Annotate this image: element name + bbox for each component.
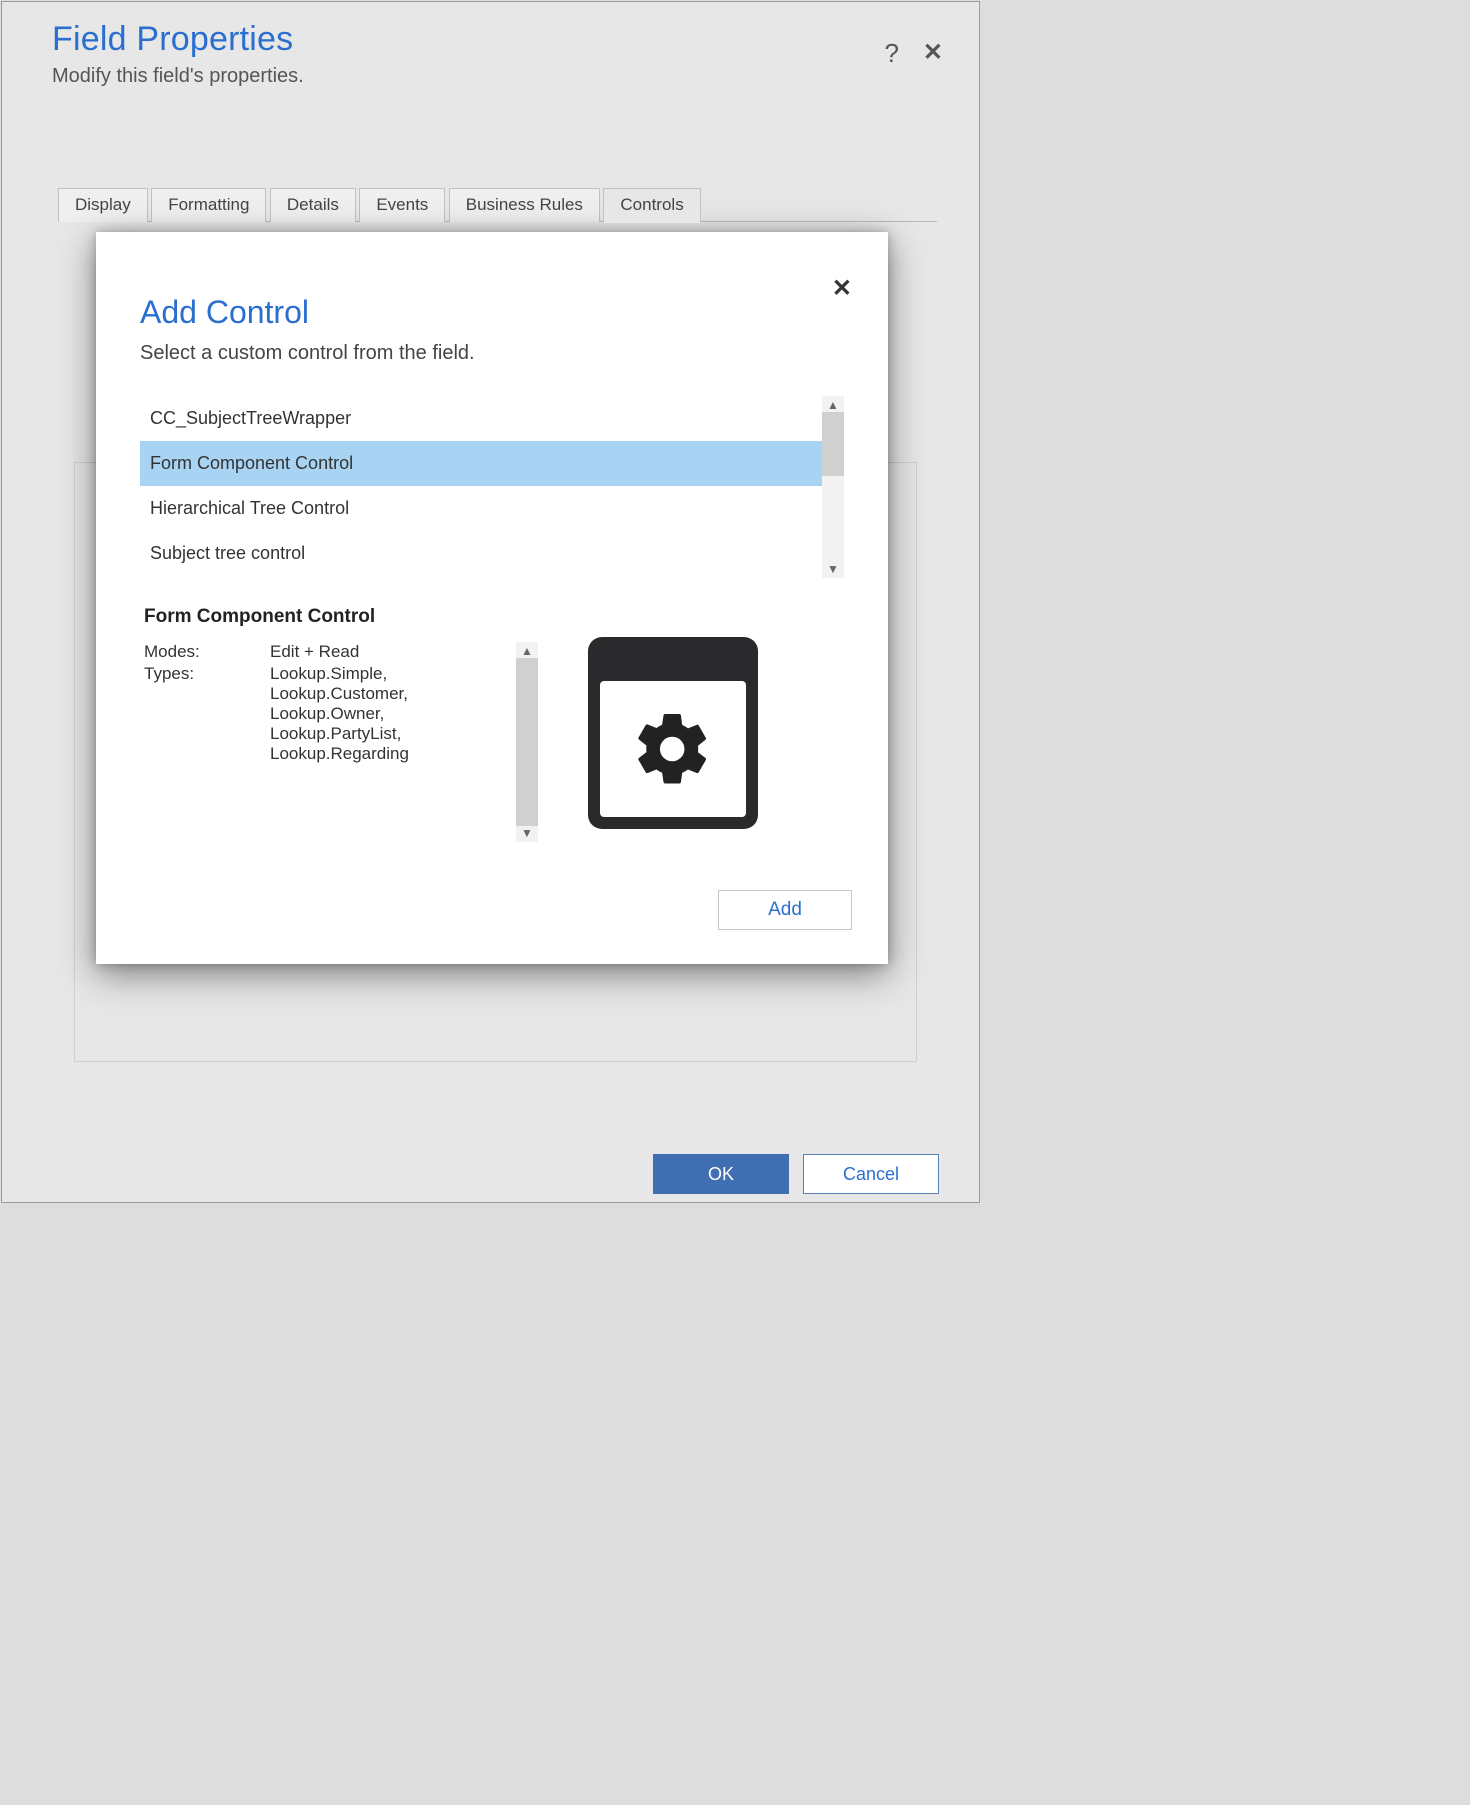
tab-controls[interactable]: Controls <box>603 188 700 223</box>
control-list-scrollbar[interactable]: ▲ ▼ <box>822 396 844 578</box>
control-list[interactable]: CC_SubjectTreeWrapper Form Component Con… <box>140 396 822 578</box>
tab-business-rules[interactable]: Business Rules <box>449 188 600 222</box>
field-properties-subtitle: Modify this field's properties. <box>52 65 949 88</box>
control-item-subject-tree-control[interactable]: Subject tree control <box>140 531 822 576</box>
gear-icon <box>631 707 715 791</box>
add-control-dialog: Add Control Select a custom control from… <box>96 232 888 964</box>
modes-label: Modes: <box>144 642 270 662</box>
ok-button[interactable]: OK <box>653 1154 789 1194</box>
selected-control-name: Form Component Control <box>144 606 375 628</box>
modes-value: Edit + Read <box>270 642 359 662</box>
tab-formatting[interactable]: Formatting <box>151 188 266 222</box>
cancel-button[interactable]: Cancel <box>803 1154 939 1194</box>
control-item-cc-subjecttreewrapper[interactable]: CC_SubjectTreeWrapper <box>140 396 822 441</box>
types-value: Lookup.Simple, Lookup.Customer, Lookup.O… <box>270 664 409 764</box>
scroll-thumb[interactable] <box>516 658 538 826</box>
control-item-form-component-control[interactable]: Form Component Control <box>140 441 822 486</box>
details-scrollbar[interactable]: ▲ ▼ <box>516 642 538 842</box>
tab-events[interactable]: Events <box>359 188 445 222</box>
control-preview-icon <box>588 637 758 829</box>
types-label: Types: <box>144 664 270 764</box>
help-icon[interactable]: ? <box>885 38 899 69</box>
tab-details[interactable]: Details <box>270 188 356 222</box>
add-button[interactable]: Add <box>718 890 852 930</box>
tab-display[interactable]: Display <box>58 188 148 222</box>
control-item-hierarchical-tree-control[interactable]: Hierarchical Tree Control <box>140 486 822 531</box>
close-icon[interactable]: ✕ <box>923 38 943 67</box>
close-icon[interactable]: ✕ <box>832 274 852 303</box>
control-details: Modes: Edit + Read Types: Lookup.Simple,… <box>144 642 516 842</box>
scroll-down-icon[interactable]: ▼ <box>827 560 839 578</box>
scroll-down-icon[interactable]: ▼ <box>521 824 533 842</box>
field-properties-title: Field Properties <box>52 20 949 59</box>
add-control-subtitle: Select a custom control from the field. <box>140 342 475 365</box>
field-properties-tabs: Display Formatting Details Events Busine… <box>58 188 937 222</box>
scroll-thumb[interactable] <box>822 412 844 476</box>
add-control-title: Add Control <box>140 294 309 331</box>
